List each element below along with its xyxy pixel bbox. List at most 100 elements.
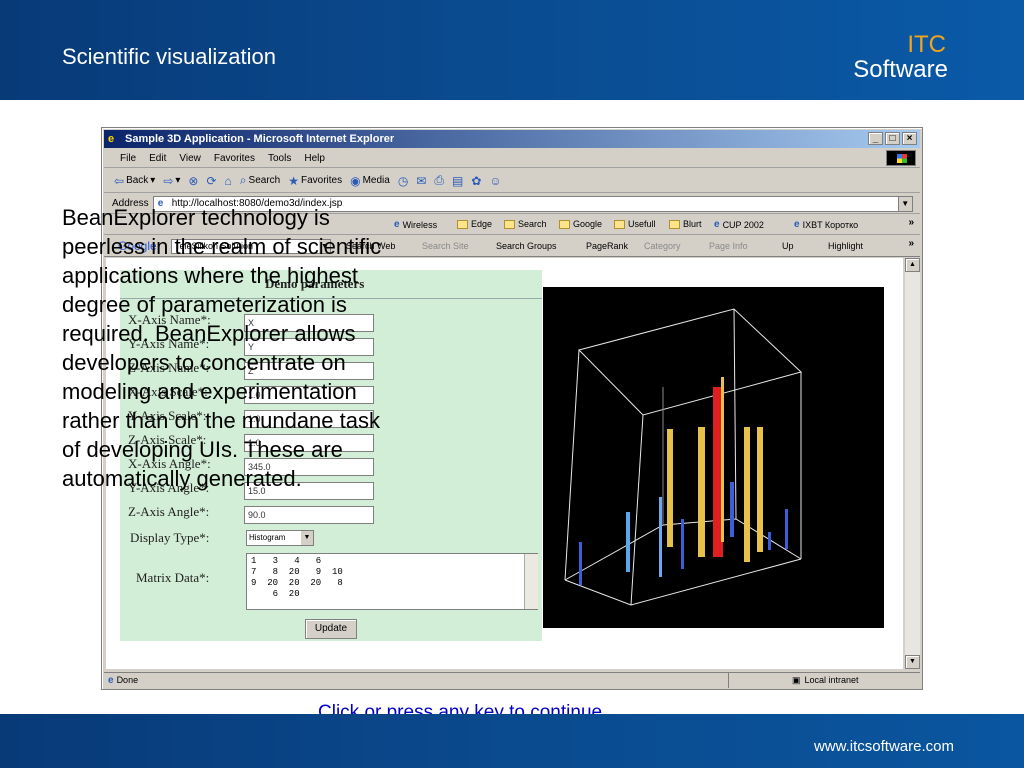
update-button[interactable]: Update <box>305 619 357 639</box>
box-edge <box>630 414 644 606</box>
window-controls: _ □ × <box>868 132 917 145</box>
google-up-button[interactable]: Up <box>782 241 794 251</box>
footer-url: www.itcsoftware.com <box>813 738 954 755</box>
chevron-more-icon[interactable]: » <box>908 217 914 228</box>
menu-edit[interactable]: Edit <box>149 153 166 164</box>
discuss-button[interactable]: ✿ <box>471 174 481 188</box>
box-edge <box>564 349 580 581</box>
folder-icon <box>669 219 680 229</box>
bar <box>730 482 734 537</box>
bar <box>626 512 630 572</box>
display-type-label: Display Type*: <box>130 530 210 545</box>
ie-app-icon: e <box>108 132 115 145</box>
bar <box>579 542 582 585</box>
discuss-icon: ✿ <box>471 173 482 188</box>
media-button[interactable]: ◉ Media <box>350 174 390 188</box>
google-search-groups-button[interactable]: Search Groups <box>496 241 557 251</box>
favorites-button[interactable]: ★ Favorites <box>288 174 342 188</box>
chevron-more-icon[interactable]: » <box>908 238 914 249</box>
print-button[interactable]: ⎙ <box>434 173 444 188</box>
link-edge[interactable]: Edge <box>457 219 492 229</box>
ie-page-icon: e <box>794 219 800 230</box>
stop-button[interactable]: ⊗ <box>188 174 198 188</box>
bar <box>681 519 684 569</box>
mail-button[interactable]: ✉ <box>416 174 426 188</box>
menu-view[interactable]: View <box>179 153 201 164</box>
edit-button[interactable]: ▤ <box>452 174 463 188</box>
bar <box>698 427 705 557</box>
link-blurt[interactable]: Blurt <box>669 219 702 229</box>
windows-logo-icon <box>886 150 916 166</box>
search-button[interactable]: ⌕ Search <box>240 173 280 188</box>
folder-icon <box>457 219 468 229</box>
history-icon: ◷ <box>397 173 409 188</box>
logo-itc: ITC <box>907 31 946 58</box>
intranet-icon: ▣ <box>792 675 801 685</box>
google-highlight-button[interactable]: Highlight <box>828 241 863 251</box>
slide-body-text: BeanExplorer technology is peerless in t… <box>62 205 382 491</box>
address-dropdown-icon[interactable]: ▼ <box>897 196 912 211</box>
chevron-down-icon: ▾ <box>150 175 156 186</box>
link-search[interactable]: Search <box>504 219 547 229</box>
google-pagerank-button[interactable]: PageRank <box>586 241 628 251</box>
star-folder-icon: ★ <box>288 173 299 188</box>
box-top-face <box>578 308 802 416</box>
forward-button[interactable]: ⇨ ▾ <box>163 174 180 188</box>
refresh-icon: ⟳ <box>206 173 217 188</box>
forward-arrow-icon: ⇨ <box>163 173 174 188</box>
box-edge <box>733 308 737 520</box>
home-button[interactable]: ⌂ <box>225 174 232 188</box>
mail-icon: ✉ <box>416 173 427 188</box>
matrix-scrollbar[interactable] <box>524 554 538 609</box>
slide-title: Scientific visualization <box>62 44 276 69</box>
bar <box>721 377 724 542</box>
menu-help[interactable]: Help <box>304 153 325 164</box>
history-button[interactable]: ◷ <box>398 174 408 188</box>
menu-bar: File Edit View Favorites Tools Help <box>104 149 920 168</box>
matrix-data-textarea[interactable]: 1 3 4 6 7 8 20 9 10 9 20 20 20 8 6 20 <box>246 553 538 610</box>
z-axis-angle-label: Z-Axis Angle*: <box>128 504 210 519</box>
menu-tools[interactable]: Tools <box>268 153 291 164</box>
window-titlebar[interactable]: e Sample 3D Application - Microsoft Inte… <box>104 130 920 148</box>
maximize-button[interactable]: □ <box>885 132 900 145</box>
folder-icon <box>504 219 515 229</box>
search-icon: ⌕ <box>239 173 247 187</box>
folder-icon <box>614 219 625 229</box>
chevron-down-icon: ▾ <box>175 175 181 186</box>
back-arrow-icon: ⇦ <box>114 173 125 188</box>
matrix-data-label: Matrix Data*: <box>136 570 210 585</box>
bar <box>744 427 750 562</box>
google-search-site-button[interactable]: Search Site <box>422 241 469 251</box>
link-usefull[interactable]: Usefull <box>614 219 656 229</box>
back-button[interactable]: ⇦ Back ▾ <box>114 174 155 188</box>
printer-icon: ⎙ <box>434 173 444 187</box>
menu-favorites[interactable]: Favorites <box>214 153 255 164</box>
link-google[interactable]: Google <box>559 219 602 229</box>
bar <box>659 497 662 577</box>
close-button[interactable]: × <box>902 132 917 145</box>
window-title: Sample 3D Application - Microsoft Intern… <box>125 133 395 145</box>
refresh-button[interactable]: ⟳ <box>206 174 216 188</box>
link-cup-2002[interactable]: e CUP 2002 <box>714 219 764 230</box>
google-page-info-button[interactable]: Page Info <box>709 241 748 251</box>
minimize-button[interactable]: _ <box>868 132 883 145</box>
stop-icon: ⊗ <box>188 173 199 188</box>
page-scrollbar[interactable]: ▲ ▼ <box>905 258 920 669</box>
google-category-button[interactable]: Category <box>644 241 681 251</box>
z-axis-angle-input[interactable]: 90.0 <box>244 506 374 524</box>
messenger-icon: ☺ <box>489 173 502 188</box>
scroll-up-icon[interactable]: ▲ <box>905 258 920 272</box>
security-zone: ▣ Local intranet <box>792 675 859 685</box>
messenger-button[interactable]: ☺ <box>489 174 501 188</box>
status-done: e Done <box>108 675 139 686</box>
scroll-down-icon[interactable]: ▼ <box>905 655 920 669</box>
folder-icon <box>559 219 570 229</box>
link-ixbt[interactable]: e IXBT Коротко <box>794 219 858 230</box>
home-icon: ⌂ <box>224 173 232 188</box>
bar <box>768 532 771 550</box>
display-type-select[interactable]: Histogram ▼ <box>246 530 314 546</box>
bar <box>785 509 788 549</box>
3d-histogram-view[interactable] <box>543 287 884 628</box>
menu-file[interactable]: File <box>120 153 136 164</box>
bar <box>757 427 763 552</box>
